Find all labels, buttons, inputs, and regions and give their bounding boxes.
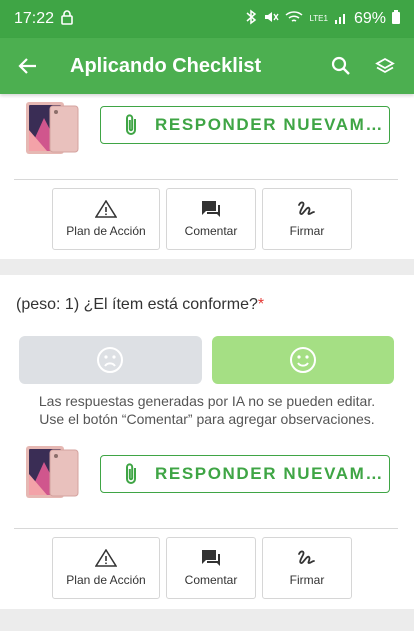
mute-icon bbox=[263, 9, 280, 30]
respond-again-button[interactable]: RESPONDER NUEVAM… bbox=[100, 455, 390, 493]
ai-notice-line2: Use el botón “Comentar” para agregar obs… bbox=[39, 411, 375, 427]
signal-icon bbox=[334, 10, 348, 29]
signature-icon bbox=[298, 201, 315, 215]
respond-again-label: RESPONDER NUEVAM… bbox=[155, 115, 385, 134]
tablet-photo-thumbnail[interactable] bbox=[24, 100, 82, 156]
search-icon[interactable] bbox=[324, 49, 358, 83]
battery-icon bbox=[392, 9, 400, 29]
action-bar: Plan de Acción Comentar Firmar bbox=[52, 537, 354, 599]
battery-percent: 69% bbox=[353, 10, 386, 27]
action-plan-label: Plan de Acción bbox=[66, 573, 146, 587]
sign-button[interactable]: Firmar bbox=[262, 188, 352, 250]
respond-again-button[interactable]: RESPONDER NUEVAM… bbox=[100, 106, 390, 144]
divider bbox=[14, 528, 398, 529]
sad-face-icon bbox=[97, 347, 124, 373]
app-bar: Aplicando Checklist bbox=[0, 38, 414, 94]
checklist-item-card: RESPONDER NUEVAM… Plan de Acción Comenta… bbox=[0, 94, 414, 259]
comment-button[interactable]: Comentar bbox=[166, 188, 256, 250]
non-compliant-answer-button[interactable] bbox=[19, 336, 202, 384]
action-plan-button[interactable]: Plan de Acción bbox=[52, 188, 160, 250]
respond-again-label: RESPONDER NUEVAM… bbox=[155, 464, 385, 483]
page-title: Aplicando Checklist bbox=[70, 54, 262, 77]
comment-label: Comentar bbox=[184, 573, 238, 587]
network-label: LTE1 bbox=[309, 14, 328, 23]
warning-icon bbox=[95, 549, 117, 567]
bluetooth-icon bbox=[245, 9, 257, 30]
comment-button[interactable]: Comentar bbox=[166, 537, 256, 599]
status-bar: 17:22 LTE1 69% bbox=[0, 0, 414, 38]
paperclip-icon bbox=[126, 114, 136, 135]
divider bbox=[14, 179, 398, 180]
ai-notice: Las respuestas generadas por IA no se pu… bbox=[0, 392, 414, 428]
ai-notice-line1: Las respuestas generadas por IA no se pu… bbox=[38, 393, 376, 409]
sign-button[interactable]: Firmar bbox=[262, 537, 352, 599]
sign-label: Firmar bbox=[289, 224, 325, 238]
paperclip-icon bbox=[126, 463, 136, 484]
question-text: (peso: 1) ¿El ítem está conforme?* bbox=[16, 296, 264, 314]
action-plan-button[interactable]: Plan de Acción bbox=[52, 537, 160, 599]
comment-label: Comentar bbox=[184, 224, 238, 238]
wifi-icon bbox=[285, 10, 303, 29]
sign-label: Firmar bbox=[289, 573, 325, 587]
warning-icon bbox=[95, 200, 117, 218]
required-mark: * bbox=[257, 296, 265, 313]
answer-options bbox=[19, 336, 394, 384]
layers-icon[interactable] bbox=[368, 49, 402, 83]
attachment-row: RESPONDER NUEVAM… bbox=[0, 94, 414, 164]
tablet-photo-thumbnail[interactable] bbox=[24, 444, 82, 500]
compliant-answer-button[interactable] bbox=[211, 336, 394, 384]
happy-face-icon bbox=[289, 347, 316, 373]
action-plan-label: Plan de Acción bbox=[66, 224, 146, 238]
status-time: 17:22 bbox=[14, 10, 55, 27]
comment-icon bbox=[202, 550, 220, 566]
question-label: (peso: 1) ¿El ítem está conforme? bbox=[16, 296, 258, 313]
back-arrow-icon[interactable] bbox=[12, 50, 44, 82]
comment-icon bbox=[202, 201, 220, 217]
signature-icon bbox=[298, 550, 315, 564]
checklist-item-card: (peso: 1) ¿El ítem está conforme?* Las r… bbox=[0, 275, 414, 609]
action-bar: Plan de Acción Comentar Firmar bbox=[52, 188, 354, 250]
attachment-row: RESPONDER NUEVAM… bbox=[0, 438, 414, 508]
lock-icon bbox=[60, 9, 74, 30]
